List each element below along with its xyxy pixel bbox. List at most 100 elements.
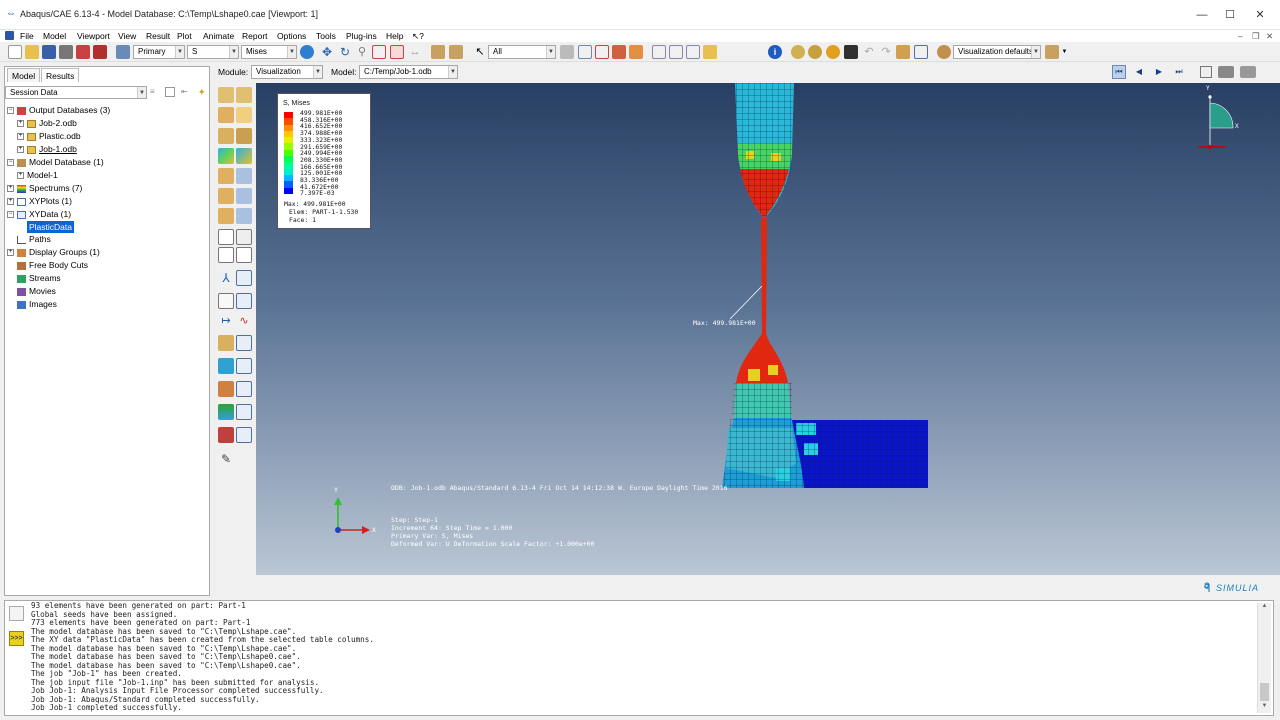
ply-stack-icon[interactable]	[218, 208, 234, 224]
camera-icon[interactable]	[1218, 66, 1234, 78]
box-zoom-icon[interactable]	[372, 45, 386, 59]
pan-icon[interactable]: ✥	[320, 45, 334, 59]
highlight-icon[interactable]: ✦	[198, 87, 208, 97]
color-manager-icon[interactable]	[236, 427, 252, 443]
symbol-icon[interactable]	[218, 168, 234, 184]
output-type-select[interactable]: Primary ▼	[133, 45, 185, 59]
menu-viewport[interactable]: Viewport	[77, 30, 110, 42]
menu-options[interactable]: Options	[277, 30, 306, 42]
tree-item-paths[interactable]: Paths	[17, 233, 217, 245]
contour-both-icon[interactable]	[236, 148, 252, 164]
invariant-select[interactable]: Mises ▼	[241, 45, 297, 59]
palette-icon[interactable]	[937, 45, 951, 59]
previous-frame-icon[interactable]: ◀	[1132, 65, 1146, 79]
common-options-icon[interactable]	[236, 107, 252, 123]
plot-both-icon[interactable]	[218, 107, 234, 123]
display-group-manager-icon[interactable]	[236, 404, 252, 420]
message-area-tab-icon[interactable]	[9, 606, 24, 621]
multiple-plots-icon[interactable]	[218, 247, 234, 263]
replace-selected-icon[interactable]	[578, 45, 592, 59]
scroll-thumb[interactable]	[1260, 683, 1269, 701]
new-file-icon[interactable]	[8, 45, 22, 59]
symbol-options-icon[interactable]	[236, 168, 252, 184]
view-cut-icon[interactable]	[218, 381, 234, 397]
mdi-restore-icon[interactable]: ❐	[1252, 30, 1260, 42]
open-folder-icon[interactable]	[25, 45, 39, 59]
module-select[interactable]: Visualization ▼	[251, 65, 323, 79]
selection-options-icon[interactable]	[560, 45, 574, 59]
allow-multiple-plots-icon[interactable]	[218, 229, 234, 245]
movie-camera-icon[interactable]	[1240, 66, 1256, 78]
tree-item-free-body-cuts[interactable]: Free Body Cuts	[17, 259, 217, 271]
xy-manager-icon[interactable]	[236, 270, 252, 286]
expand-icon[interactable]	[165, 87, 175, 97]
menu-view[interactable]: View	[118, 30, 136, 42]
mdi-close-icon[interactable]: ✕	[1266, 30, 1273, 42]
menu-report[interactable]: Report	[242, 30, 268, 42]
view-top-icon[interactable]	[686, 45, 700, 59]
save-icon[interactable]	[42, 45, 56, 59]
magnify-icon[interactable]: ⚲	[355, 45, 369, 59]
odb-update-icon[interactable]	[93, 45, 107, 59]
mdi-minimize-icon[interactable]: –	[1238, 30, 1243, 42]
ply-options-icon[interactable]	[236, 208, 252, 224]
redo-icon[interactable]: ↷	[879, 45, 893, 59]
material-options-icon[interactable]	[236, 188, 252, 204]
render-wireframe-icon[interactable]	[791, 45, 805, 59]
system-menu-icon[interactable]	[5, 31, 14, 40]
tree-item-job1-odb[interactable]: + Job-1.odb	[17, 143, 217, 155]
variable-select[interactable]: S ▼	[187, 45, 239, 59]
python-console-icon[interactable]: >>>	[9, 631, 24, 646]
time-history-icon[interactable]	[218, 358, 234, 374]
minimize-icon[interactable]: —	[1188, 6, 1216, 24]
auto-fit-icon[interactable]	[390, 45, 404, 59]
odb-icon[interactable]	[76, 45, 90, 59]
tree-item-xyplots[interactable]: + XYPlots (1)	[7, 195, 207, 207]
view-front-icon[interactable]	[669, 45, 683, 59]
info-icon[interactable]: i	[768, 45, 782, 59]
xy-plot-icon[interactable]: ∿	[236, 313, 252, 329]
message-scrollbar[interactable]: ▲ ▼	[1257, 603, 1271, 713]
filter-icon[interactable]: ≡	[150, 87, 160, 97]
close-icon[interactable]: ✕	[1246, 6, 1274, 24]
display-group-icon[interactable]	[612, 45, 626, 59]
remove-selected-icon[interactable]	[595, 45, 609, 59]
scroll-down-icon[interactable]: ▼	[1258, 703, 1271, 713]
first-frame-icon[interactable]: ⏮	[1112, 65, 1126, 79]
message-area[interactable]: >>> 93 elements have been generated on p…	[4, 600, 1274, 716]
color-code-icon[interactable]	[218, 427, 234, 443]
section-cut-icon[interactable]	[431, 45, 445, 59]
field-output-icon[interactable]	[116, 45, 130, 59]
overlay-icon[interactable]	[236, 229, 252, 245]
context-help-icon[interactable]: ↖?	[412, 30, 424, 42]
menu-help[interactable]: Help	[386, 30, 403, 42]
render-hidden-icon[interactable]	[808, 45, 822, 59]
maximize-icon[interactable]: ☐	[1216, 6, 1244, 24]
model-select[interactable]: C:/Temp/Job-1.odb ▼	[359, 65, 458, 79]
rotate-icon[interactable]: ↻	[338, 45, 352, 59]
tree-item-movies[interactable]: Movies	[17, 285, 217, 297]
menu-file[interactable]: File	[20, 30, 34, 42]
cycle-view-icon[interactable]: ↔	[408, 45, 422, 59]
tree-item-spectrums[interactable]: + Spectrums (7)	[7, 182, 207, 194]
table-icon[interactable]	[914, 45, 928, 59]
tree-item-images[interactable]: Images	[17, 298, 217, 310]
path-icon[interactable]: ↦	[218, 313, 234, 329]
tree-item-plastic-odb[interactable]: + Plastic.odb	[17, 130, 217, 142]
tree-item-model-1[interactable]: + Model-1	[17, 169, 217, 181]
plot-deformed-icon[interactable]	[236, 87, 252, 103]
visualization-defaults-select[interactable]: Visualization defaults ▼	[953, 45, 1041, 59]
tab-model[interactable]: Model	[7, 68, 41, 82]
tree-item-job2-odb[interactable]: + Job-2.odb	[17, 117, 217, 129]
tree-item-output-databases[interactable]: − Output Databases (3)	[7, 104, 207, 116]
animate-options-icon[interactable]	[236, 335, 252, 351]
menu-plugins[interactable]: Plug-ins	[346, 30, 377, 42]
time-history-options-icon[interactable]	[236, 358, 252, 374]
view-iso-icon[interactable]	[652, 45, 666, 59]
collapse-icon[interactable]: ⇤	[181, 87, 191, 97]
material-orientation-icon[interactable]	[218, 188, 234, 204]
tree-item-plasticdata[interactable]: PlasticData	[27, 221, 74, 233]
tree-item-xydata[interactable]: − XYData (1)	[7, 208, 207, 220]
tree-item-streams[interactable]: Streams	[17, 272, 217, 284]
view-right-icon[interactable]	[703, 45, 717, 59]
